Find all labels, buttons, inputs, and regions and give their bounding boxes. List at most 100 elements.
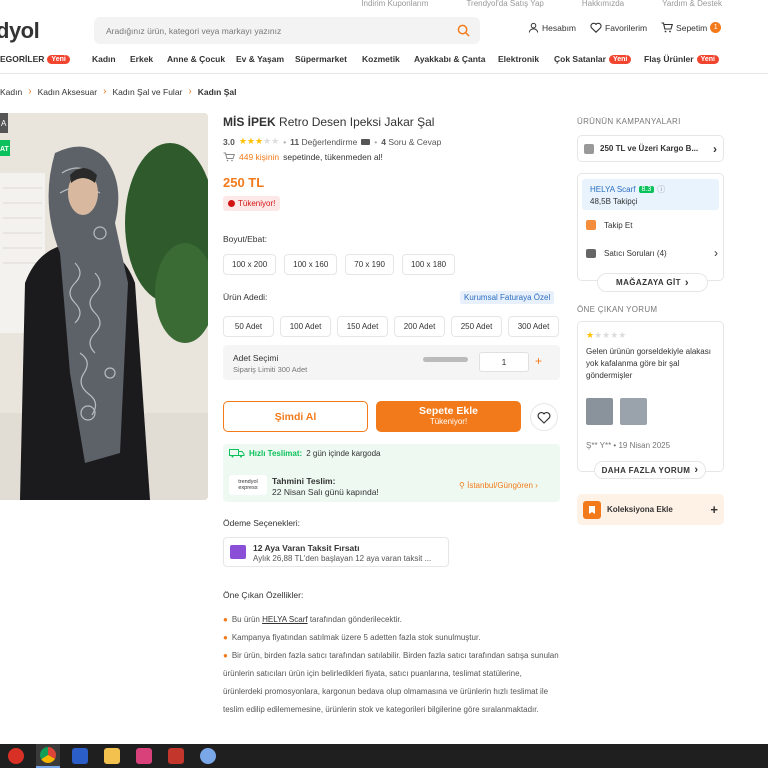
quantity-option[interactable]: 50 Adet bbox=[223, 316, 274, 337]
breadcrumb-item[interactable]: Kadın bbox=[0, 87, 22, 97]
size-option[interactable]: 100 x 200 bbox=[223, 254, 277, 275]
nav-label: Kadın bbox=[92, 54, 116, 64]
location-selector[interactable]: ⚲ İstanbul/Güngören › bbox=[459, 481, 538, 490]
bullet-dot: ● bbox=[223, 633, 228, 642]
reviews-text: Değerlendirme bbox=[301, 136, 358, 147]
store-icon bbox=[586, 220, 596, 230]
basket-info: 449 kişinin sepetinde, tükenmeden al! bbox=[223, 152, 383, 162]
nav-cok-satanlar[interactable]: Çok Satanlar Yeni bbox=[554, 54, 632, 64]
more-reviews-button[interactable]: DAHA FAZLA YORUM › bbox=[594, 461, 706, 479]
taskbar-app[interactable] bbox=[100, 744, 124, 768]
quantity-label: Ürün Adedi: bbox=[223, 292, 268, 302]
favorites-label: Favorilerim bbox=[605, 22, 648, 33]
minus-button[interactable] bbox=[423, 357, 468, 362]
new-badge: Yeni bbox=[608, 54, 632, 64]
nav-elektronik[interactable]: Elektronik bbox=[498, 54, 539, 64]
bullet-dot: ● bbox=[223, 615, 228, 624]
seller-link[interactable]: HELYA Scarf bbox=[262, 615, 308, 624]
product-photo-illustration: A AT bbox=[0, 113, 208, 500]
favorite-button[interactable] bbox=[530, 403, 558, 431]
favorites-button[interactable]: Favorilerim bbox=[590, 22, 647, 33]
cart-button[interactable]: Sepetim 1 bbox=[661, 22, 722, 33]
breadcrumb-current: Kadın Şal bbox=[197, 86, 237, 97]
search-input[interactable] bbox=[94, 17, 434, 44]
breadcrumb-item[interactable]: Kadın Aksesuar bbox=[38, 87, 98, 97]
nav-label: Ev & Yaşam bbox=[236, 54, 285, 64]
size-option[interactable]: 100 x 180 bbox=[401, 254, 456, 275]
product-image[interactable]: A AT bbox=[0, 113, 208, 500]
add-to-collection-button[interactable]: Koleksiyona Ekle + bbox=[577, 494, 724, 525]
link-about[interactable]: Hakkımızda bbox=[582, 0, 624, 12]
info-icon: ⓘ bbox=[657, 185, 666, 194]
bullet-sep: • bbox=[374, 136, 378, 147]
qa-link[interactable]: 4 Soru & Cevap bbox=[381, 137, 441, 147]
nav-label: Çok Satanlar bbox=[554, 54, 606, 64]
reviews-link[interactable]: 11 Değerlendirme bbox=[290, 137, 357, 147]
corporate-badge[interactable]: Kurumsal Faturaya Özel bbox=[460, 291, 555, 304]
card-icon bbox=[230, 545, 246, 559]
seller-header[interactable]: HELYA Scarf 8.3 ⓘ 48,5B Takipçi bbox=[582, 179, 719, 210]
campaign-text: 250 TL ve Üzeri Kargo B... bbox=[600, 144, 699, 153]
feature-item: ● Bu ürün HELYA Scarf tarafından gönderil… bbox=[223, 611, 563, 629]
quantity-input[interactable]: 1 bbox=[479, 352, 529, 372]
taskbar-app[interactable] bbox=[36, 744, 60, 768]
taskbar-app[interactable] bbox=[68, 744, 92, 768]
review-image[interactable] bbox=[586, 398, 613, 425]
quantity-option[interactable]: 300 Adet bbox=[508, 316, 559, 337]
quantity-option[interactable]: 200 Adet bbox=[394, 316, 445, 337]
link-sell[interactable]: Trendyol'da Satış Yap bbox=[466, 0, 543, 12]
nav-kozmetik[interactable]: Kozmetik bbox=[362, 54, 400, 64]
site-logo[interactable]: dyol bbox=[0, 18, 40, 44]
quantity-option[interactable]: 250 Adet bbox=[451, 316, 502, 337]
campaign-item[interactable]: 250 TL ve Üzeri Kargo B... › bbox=[577, 135, 724, 162]
nav-erkek[interactable]: Erkek bbox=[130, 54, 153, 64]
installment-card[interactable]: 12 Aya Varan Taksit Fırsatı Aylık 26,88 … bbox=[223, 537, 449, 567]
nav-ayakkabi-canta[interactable]: Ayakkabı & Çanta bbox=[414, 54, 486, 64]
size-option[interactable]: 70 x 190 bbox=[345, 254, 394, 275]
chevron-right-icon: › bbox=[103, 86, 107, 97]
size-option[interactable]: 100 x 160 bbox=[284, 254, 338, 275]
quantity-option[interactable]: 150 Adet bbox=[337, 316, 388, 337]
buy-now-button[interactable]: Şimdi Al bbox=[223, 401, 368, 432]
heart-icon bbox=[537, 411, 551, 424]
search-bar bbox=[94, 17, 480, 44]
taskbar-app[interactable] bbox=[132, 744, 156, 768]
product-brand[interactable]: MİS İPEK bbox=[223, 115, 276, 129]
link-coupons[interactable]: İndirim Kuponlarım bbox=[361, 0, 428, 12]
quantity-option[interactable]: 100 Adet bbox=[280, 316, 331, 337]
search-icon[interactable] bbox=[457, 24, 470, 37]
bookmark-icon bbox=[583, 500, 601, 519]
photo-badge-at: AT bbox=[0, 146, 10, 153]
taskbar-app[interactable] bbox=[164, 744, 188, 768]
review-image[interactable] bbox=[620, 398, 647, 425]
size-label: Boyut/Ebat: bbox=[223, 234, 267, 244]
taskbar-app[interactable] bbox=[196, 744, 220, 768]
nav-label: Ayakkabı & Çanta bbox=[414, 54, 486, 64]
go-to-store-button[interactable]: MAĞAZAYA GİT › bbox=[597, 273, 708, 292]
cart-count-badge: 1 bbox=[710, 22, 722, 33]
taskbar-app[interactable] bbox=[4, 744, 28, 768]
nav-flas-urunler[interactable]: Flaş Ürünler Yeni bbox=[644, 54, 720, 64]
heart-icon bbox=[590, 22, 602, 33]
nav-categories[interactable]: EGORİLER Yeni bbox=[0, 54, 70, 64]
chevron-right-icon: › bbox=[188, 86, 192, 97]
nav-supermarket[interactable]: Süpermarket bbox=[295, 54, 347, 64]
nav-ev-yasam[interactable]: Ev & Yaşam bbox=[236, 54, 284, 64]
nav-label: Elektronik bbox=[498, 54, 540, 64]
review-author: Ş** Y** • 19 Nisan 2025 bbox=[586, 441, 671, 450]
link-help[interactable]: Yardım & Destek bbox=[662, 0, 722, 12]
follow-button[interactable]: Takip Et bbox=[586, 220, 632, 230]
plus-button[interactable]: + bbox=[535, 354, 542, 368]
account-button[interactable]: Hesabım bbox=[528, 22, 576, 33]
breadcrumb-item[interactable]: Kadın Şal ve Fular bbox=[112, 87, 182, 97]
add-to-cart-button[interactable]: Sepete Ekle Tükeniyor! bbox=[376, 401, 521, 432]
nav-kadin[interactable]: Kadın bbox=[92, 54, 116, 64]
location-text: İstanbul/Güngören bbox=[467, 481, 533, 490]
quantity-selector: Adet Seçimi Sipariş Limiti 300 Adet 1 + bbox=[223, 345, 560, 380]
nav-anne-cocuk[interactable]: Anne & Çocuk bbox=[167, 54, 225, 64]
seller-score: 8.3 bbox=[638, 186, 655, 193]
seller-questions-button[interactable]: Satıcı Soruları (4) › bbox=[586, 246, 718, 260]
campaigns-title: ÜRÜNÜN KAMPANYALARI bbox=[577, 117, 681, 126]
stock-badge: Tükeniyor! bbox=[223, 196, 281, 211]
basket-text: sepetinde, tükenmeden al! bbox=[283, 152, 383, 162]
